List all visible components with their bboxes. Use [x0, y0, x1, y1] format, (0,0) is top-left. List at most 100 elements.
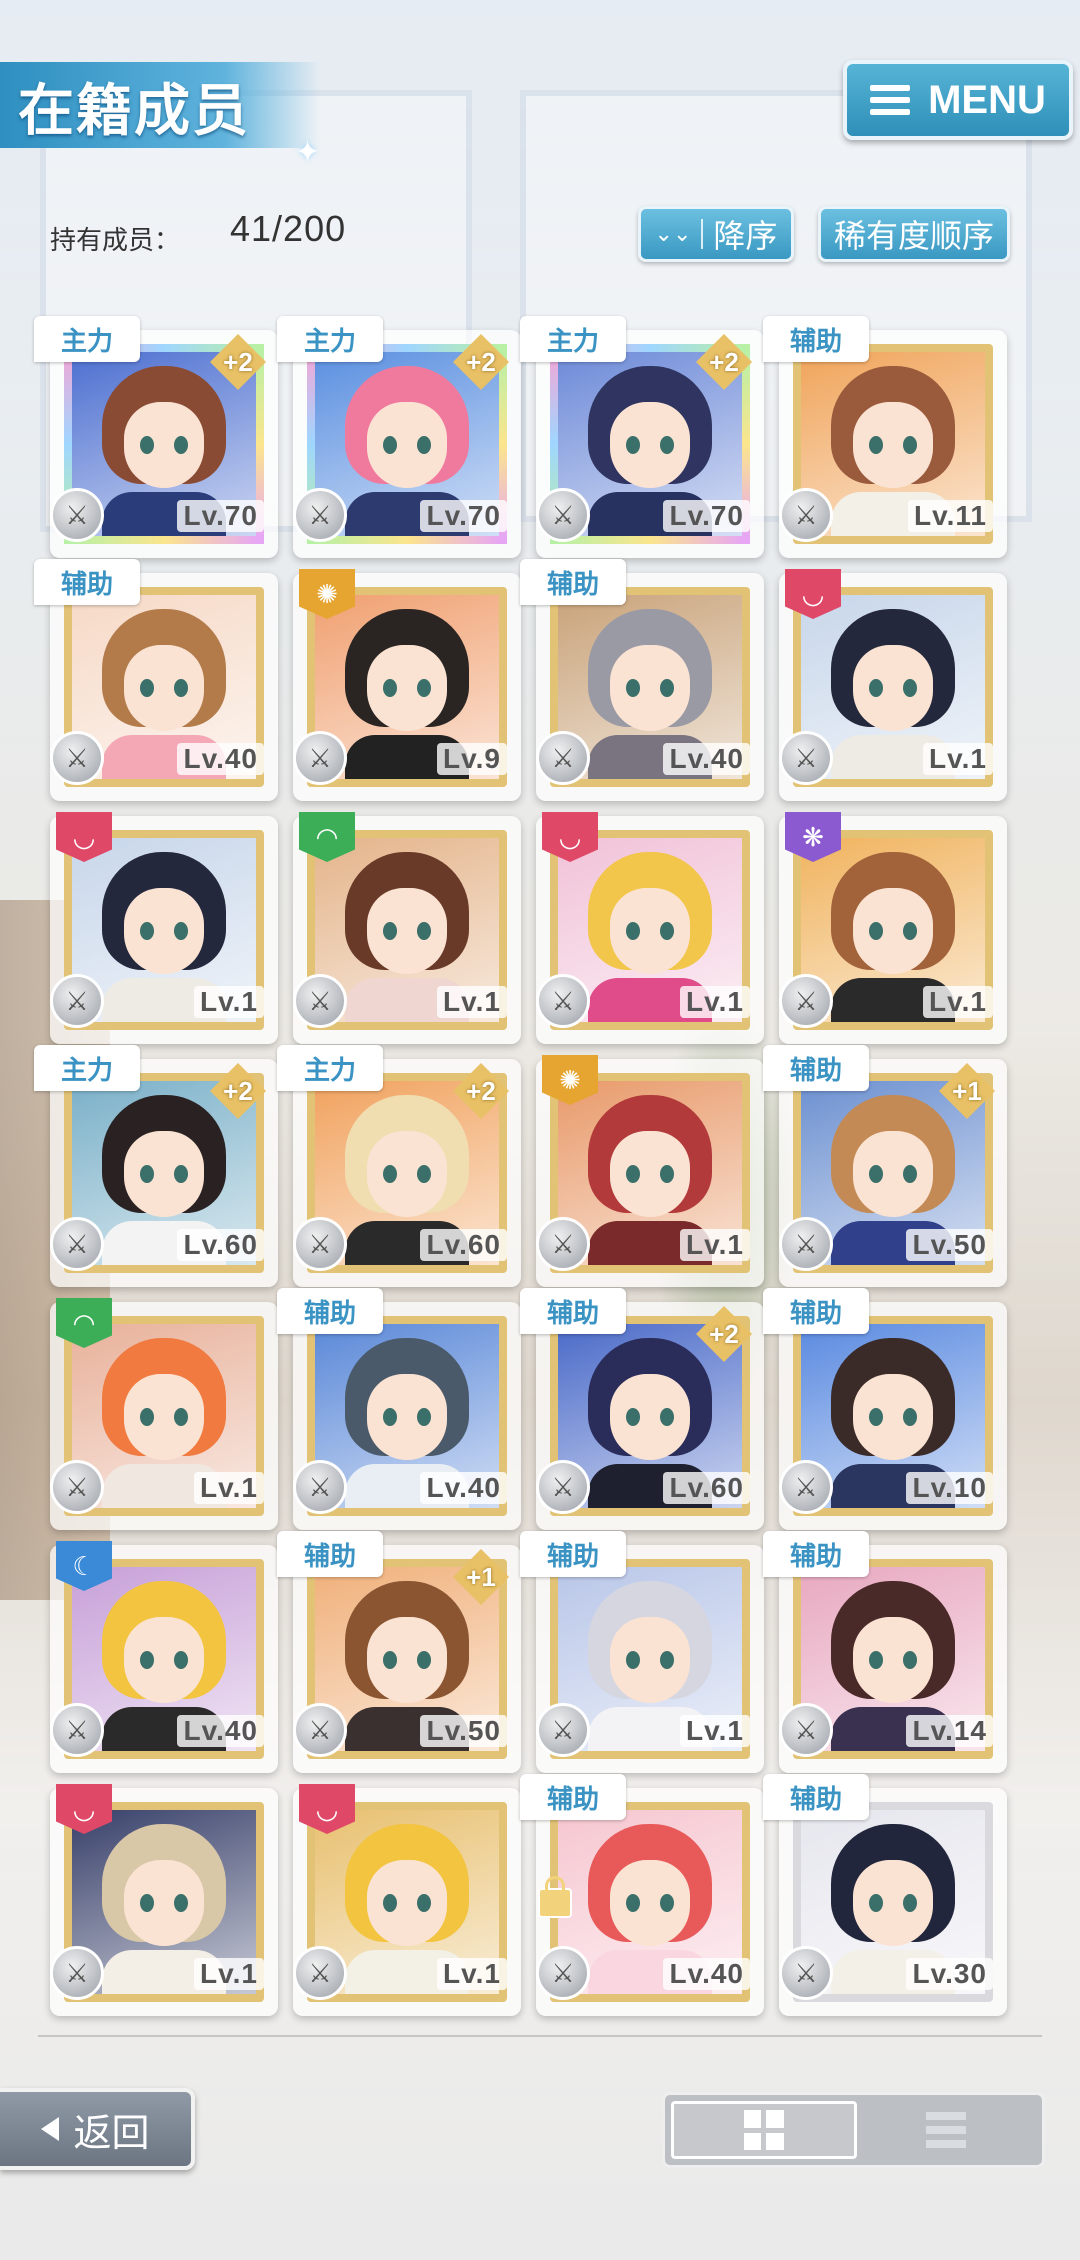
role-tag: 辅助: [520, 1774, 626, 1820]
member-card[interactable]: 辅助 ⚔ Lv.40: [520, 1774, 764, 2016]
weapon-icon: ⚔: [779, 1217, 833, 1271]
sort-order-button[interactable]: ⌄⌄ 降序: [638, 206, 794, 262]
sparkle-icon: ✦: [295, 136, 321, 169]
member-card[interactable]: 辅助 +1 ⚔ Lv.50: [277, 1531, 521, 1773]
list-view-button[interactable]: [857, 2101, 1037, 2159]
weapon-icon: ⚔: [50, 1946, 104, 2000]
member-card[interactable]: 主力 +2 ⚔ Lv.60: [277, 1045, 521, 1287]
weapon-icon: ⚔: [779, 731, 833, 785]
weapon-icon: ⚔: [779, 1460, 833, 1514]
weapon-icon: ⚔: [536, 1946, 590, 2000]
role-tag: 辅助: [520, 1288, 626, 1334]
level-label: Lv.70: [663, 500, 750, 532]
level-label: Lv.1: [923, 743, 993, 775]
role-tag: 辅助: [277, 1288, 383, 1334]
weapon-icon: ⚔: [293, 1946, 347, 2000]
weapon-icon: ⚔: [293, 488, 347, 542]
member-count-label: 持有成员：: [50, 225, 181, 255]
weapon-icon: ⚔: [779, 974, 833, 1028]
level-label: Lv.70: [420, 500, 507, 532]
weapon-icon: ⚔: [50, 1217, 104, 1271]
member-card[interactable]: 辅助 +2 ⚔ Lv.60: [520, 1288, 764, 1530]
menu-label: MENU: [928, 77, 1046, 122]
member-card[interactable]: 辅助 ⚔ Lv.10: [763, 1288, 1007, 1530]
role-tag: 辅助: [34, 559, 140, 605]
member-card[interactable]: 辅助 ⚔ Lv.11: [763, 316, 1007, 558]
weapon-icon: ⚔: [50, 731, 104, 785]
level-label: Lv.40: [663, 743, 750, 775]
member-card[interactable]: 辅助 ⚔ Lv.40: [34, 559, 278, 801]
weapon-icon: ⚔: [293, 1217, 347, 1271]
member-card[interactable]: 主力 +2 ⚔ Lv.70: [520, 316, 764, 558]
level-label: Lv.40: [177, 743, 264, 775]
back-button[interactable]: 返回: [0, 2088, 195, 2170]
role-tag: 主力: [277, 316, 383, 362]
back-label: 返回: [73, 2112, 150, 2155]
level-label: Lv.1: [437, 986, 507, 1018]
weapon-icon: ⚔: [293, 974, 347, 1028]
level-label: Lv.1: [194, 1958, 264, 1990]
member-card[interactable]: ◡ ⚔ Lv.1: [50, 812, 278, 1044]
weapon-icon: ⚔: [779, 1703, 833, 1757]
level-label: Lv.14: [906, 1715, 993, 1747]
member-card[interactable]: ❋ ⚔ Lv.1: [779, 812, 1007, 1044]
role-tag: 主力: [34, 1045, 140, 1091]
menu-button[interactable]: MENU: [843, 60, 1073, 140]
double-chevron-down-icon: ⌄⌄: [655, 219, 704, 249]
weapon-icon: ⚔: [536, 731, 590, 785]
weapon-icon: ⚔: [293, 731, 347, 785]
level-label: Lv.40: [420, 1472, 507, 1504]
member-card[interactable]: ◠ ⚔ Lv.1: [50, 1298, 278, 1530]
weapon-icon: ⚔: [50, 974, 104, 1028]
role-tag: 主力: [34, 316, 140, 362]
weapon-icon: ⚔: [536, 1217, 590, 1271]
level-label: Lv.1: [194, 986, 264, 1018]
sort-type-button[interactable]: 稀有度顺序: [818, 206, 1010, 262]
weapon-icon: ⚔: [50, 1460, 104, 1514]
member-card[interactable]: ✺ ⚔ Lv.9: [293, 569, 521, 801]
role-tag: 辅助: [520, 559, 626, 605]
member-card[interactable]: 主力 +2 ⚔ Lv.70: [277, 316, 521, 558]
grid-view-button[interactable]: [671, 2101, 857, 2159]
level-label: Lv.1: [437, 1958, 507, 1990]
level-label: Lv.1: [680, 986, 750, 1018]
weapon-icon: ⚔: [779, 1946, 833, 2000]
level-label: Lv.50: [420, 1715, 507, 1747]
level-label: Lv.60: [177, 1229, 264, 1261]
member-card[interactable]: 辅助 ⚔ Lv.14: [763, 1531, 1007, 1773]
role-tag: 辅助: [520, 1531, 626, 1577]
weapon-icon: ⚔: [779, 488, 833, 542]
member-card[interactable]: ◠ ⚔ Lv.1: [293, 812, 521, 1044]
back-arrow-icon: [41, 2117, 60, 2141]
level-label: Lv.70: [177, 500, 264, 532]
role-tag: 辅助: [763, 316, 869, 362]
member-card[interactable]: 主力 +2 ⚔ Lv.60: [34, 1045, 278, 1287]
member-card[interactable]: ◡ ⚔ Lv.1: [536, 812, 764, 1044]
view-toggle: [662, 2092, 1045, 2168]
member-card[interactable]: ☾ ⚔ Lv.40: [50, 1541, 278, 1773]
member-card[interactable]: 主力 +2 ⚔ Lv.70: [34, 316, 278, 558]
member-card[interactable]: 辅助 ⚔ Lv.40: [520, 559, 764, 801]
level-label: Lv.30: [906, 1958, 993, 1990]
page-title: 在籍成员: [18, 79, 250, 142]
weapon-icon: ⚔: [293, 1703, 347, 1757]
divider: [38, 2035, 1042, 2037]
member-card[interactable]: 辅助 ⚔ Lv.1: [520, 1531, 764, 1773]
member-card[interactable]: ◡ ⚔ Lv.1: [50, 1784, 278, 2016]
member-card[interactable]: ◡ ⚔ Lv.1: [293, 1784, 521, 2016]
role-tag: 辅助: [763, 1288, 869, 1334]
level-label: Lv.1: [923, 986, 993, 1018]
sort-type-label: 稀有度顺序: [833, 218, 994, 254]
role-tag: 辅助: [763, 1774, 869, 1820]
member-card[interactable]: ✺ ⚔ Lv.1: [536, 1055, 764, 1287]
hamburger-icon: [870, 85, 911, 115]
member-card[interactable]: ◡ ⚔ Lv.1: [779, 569, 1007, 801]
weapon-icon: ⚔: [536, 1460, 590, 1514]
weapon-icon: ⚔: [50, 1703, 104, 1757]
member-card[interactable]: 辅助 ⚔ Lv.40: [277, 1288, 521, 1530]
member-card[interactable]: 辅助 +1 ⚔ Lv.50: [763, 1045, 1007, 1287]
weapon-icon: ⚔: [293, 1460, 347, 1514]
level-label: Lv.1: [194, 1472, 264, 1504]
member-card[interactable]: 辅助 ⚔ Lv.30: [763, 1774, 1007, 2016]
level-label: Lv.9: [437, 743, 507, 775]
